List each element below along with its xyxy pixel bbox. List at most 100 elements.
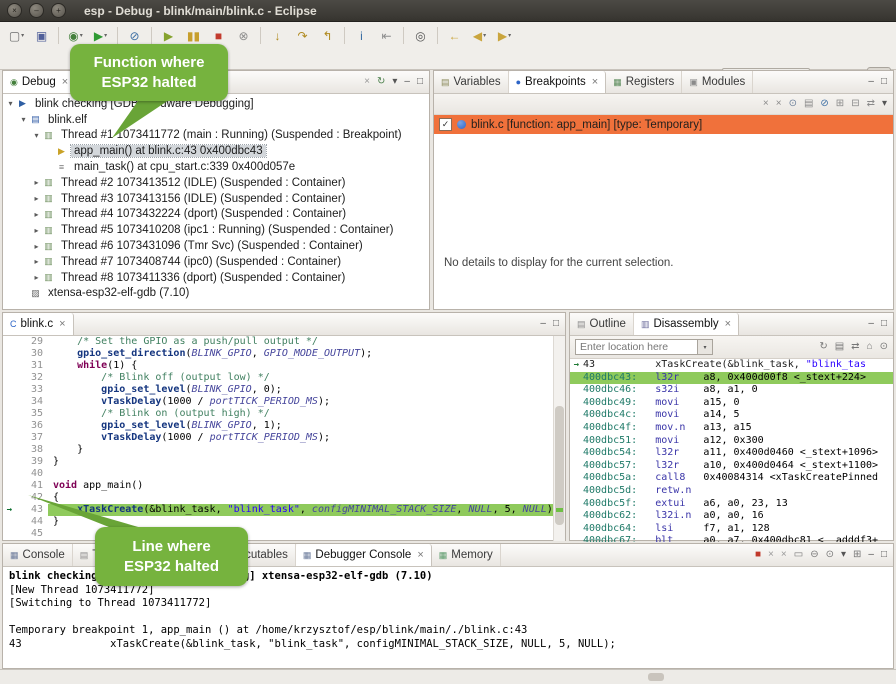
pin-console-icon[interactable]: ⊙	[826, 550, 834, 560]
disconnect-button[interactable]: ⊗	[232, 24, 255, 47]
horizontal-scrollbar-thumb[interactable]	[648, 673, 664, 681]
maximize-icon[interactable]: □	[881, 550, 887, 560]
expander-icon[interactable]: ▸	[31, 257, 42, 266]
link-with-debug-view-icon[interactable]: ⇄	[867, 99, 875, 109]
debug-tree-row[interactable]: ▶app_main() at blink.c:43 0x400dbc43	[3, 143, 429, 159]
minimize-button[interactable]: –	[29, 3, 44, 18]
editor-scrollbar-thumb[interactable]	[555, 406, 564, 525]
editor-line[interactable]: 29 /* Set the GPIO as a push/pull output…	[3, 336, 565, 348]
debug-tree-row[interactable]: ≡main_task() at cpu_start.c:339 0x400d05…	[3, 159, 429, 175]
minimize-icon[interactable]: –	[868, 319, 874, 329]
expander-icon[interactable]: ▸	[31, 273, 42, 282]
expander-icon[interactable]: ▾	[31, 131, 42, 140]
maximize-icon[interactable]: □	[417, 77, 423, 87]
remove-all-launches-icon[interactable]: ×	[781, 550, 787, 560]
debug-tree-row[interactable]: ▸▥Thread #4 1073432224 (dport) (Suspende…	[3, 207, 429, 223]
breakpoint-row[interactable]: ✓ blink.c [function: app_main] [type: Te…	[434, 115, 893, 134]
disassembly-row[interactable]: 400dbc62: l32i.n a0, a0, 16	[570, 510, 893, 523]
editor-line[interactable]: 35 /* Blink on (output high) */	[3, 408, 565, 420]
disassembly-row[interactable]: 400dbc5a: call8 0x40084314 <xTaskCreateP…	[570, 472, 893, 485]
close-icon[interactable]: ×	[417, 549, 423, 561]
disassembly-row[interactable]: 400dbc5d: retw.n	[570, 485, 893, 498]
instruction-stepping-button[interactable]: i	[350, 24, 373, 47]
display-selected-console-icon[interactable]: ▾	[841, 550, 846, 560]
skip-all-breakpoints-icon[interactable]: ⊘	[820, 99, 828, 109]
disassembly-row[interactable]: 400dbc54: l32r a11, 0x400d0460 <_stext+1…	[570, 447, 893, 460]
disassembly-row[interactable]: 400dbc43: l32r a8, 0x400d00f8 <_stext+22…	[570, 372, 893, 385]
search-button[interactable]: ◎	[409, 24, 432, 47]
debug-tree-row[interactable]: ▸▥Thread #8 1073411336 (dport) (Suspende…	[3, 270, 429, 286]
dropdown-arrow-icon[interactable]: ▾	[483, 32, 486, 39]
view-menu-icon[interactable]: ▾	[392, 77, 397, 87]
remove-all-breakpoints-icon[interactable]: ×	[776, 99, 782, 109]
expander-icon[interactable]: ▸	[31, 226, 42, 235]
forward-button[interactable]: ▶▾	[493, 24, 516, 47]
editor-line[interactable]: 41void app_main()	[3, 480, 565, 492]
go-to-file-icon[interactable]: ▤	[804, 99, 813, 109]
disassembly-row[interactable]: 400dbc49: movi a15, 0	[570, 397, 893, 410]
expander-icon[interactable]: ▾	[5, 99, 16, 108]
terminate-icon[interactable]: ■	[755, 550, 761, 560]
editor-line[interactable]: 31 while(1) {	[3, 360, 565, 372]
debug-tree-row[interactable]: ▾▥Thread #1 1073411772 (main : Running) …	[3, 128, 429, 144]
drop-to-frame-button[interactable]: ⇤	[375, 24, 398, 47]
debug-tree-row[interactable]: ▸▥Thread #3 1073413156 (IDLE) (Suspended…	[3, 191, 429, 207]
refresh-icon[interactable]: ↻	[819, 342, 827, 352]
close-icon[interactable]: ×	[592, 76, 598, 88]
close-button[interactable]: ×	[7, 3, 22, 18]
expander-icon[interactable]: ▸	[31, 242, 42, 251]
disassembly-row[interactable]: 400dbc64: lsi f7, a1, 128	[570, 523, 893, 536]
scroll-lock-icon[interactable]: ⊖	[810, 550, 818, 560]
debug-tree-row[interactable]: ▸▥Thread #7 1073408744 (ipc0) (Suspended…	[3, 254, 429, 270]
debug-tree-row[interactable]: ▸▥Thread #2 1073413512 (IDLE) (Suspended…	[3, 175, 429, 191]
debug-tree-row[interactable]: ▾▤blink.elf	[3, 112, 429, 128]
editor-line[interactable]: 40	[3, 468, 565, 480]
minimize-icon[interactable]: –	[868, 77, 874, 87]
tab-memory[interactable]: ▦Memory	[432, 544, 501, 566]
track-expression-icon[interactable]: ⊙	[880, 342, 888, 352]
close-icon[interactable]: ×	[725, 318, 731, 330]
editor-line[interactable]: 34 vTaskDelay(1000 / portTICK_PERIOD_MS)…	[3, 396, 565, 408]
expander-icon[interactable]: ▸	[31, 194, 42, 203]
disassembly-row[interactable]: 400dbc4f: mov.n a13, a15	[570, 422, 893, 435]
minimize-icon[interactable]: –	[868, 550, 874, 560]
tab-modules[interactable]: ▣Modules	[682, 71, 753, 93]
tab-registers[interactable]: ▦Registers	[606, 71, 682, 93]
collapse-all-icon[interactable]: ⊟	[851, 99, 859, 109]
close-icon[interactable]: ×	[59, 318, 65, 330]
disassembly-lines[interactable]: →43 xTaskCreate(&blink_task, "blink_tas4…	[570, 359, 893, 542]
dropdown-arrow-icon[interactable]: ▾	[508, 32, 511, 39]
step-into-button[interactable]: ↓	[266, 24, 289, 47]
step-over-button[interactable]: ↷	[291, 24, 314, 47]
expander-icon[interactable]: ▸	[31, 210, 42, 219]
tab-outline[interactable]: ▤Outline	[570, 313, 634, 335]
dropdown-arrow-icon[interactable]: ▾	[21, 32, 24, 39]
combo-dropdown-icon[interactable]: ▾	[697, 340, 712, 354]
expander-icon[interactable]: ▸	[31, 178, 42, 187]
editor-line[interactable]: 32 /* Blink off (output low) */	[3, 372, 565, 384]
new-wizard-button[interactable]: ▢▾	[5, 24, 28, 47]
clear-console-icon[interactable]: ▭	[794, 550, 803, 560]
editor-line[interactable]: 38 }	[3, 444, 565, 456]
open-console-icon[interactable]: ⊞	[853, 550, 861, 560]
editor-line[interactable]: 30 gpio_set_direction(BLINK_GPIO, GPIO_M…	[3, 348, 565, 360]
maximize-icon[interactable]: □	[881, 319, 887, 329]
debug-tree-row[interactable]: ▸▥Thread #5 1073410208 (ipc1 : Running) …	[3, 222, 429, 238]
disassembly-row[interactable]: →43 xTaskCreate(&blink_task, "blink_tas	[570, 359, 893, 372]
dropdown-arrow-icon[interactable]: ▾	[104, 32, 107, 39]
remove-breakpoint-icon[interactable]: ×	[763, 99, 769, 109]
expand-all-icon[interactable]: ⊞	[836, 99, 844, 109]
location-combo[interactable]: Enter location here ▾	[575, 339, 713, 355]
disassembly-row[interactable]: 400dbc57: l32r a10, 0x400d0464 <_stext+1…	[570, 460, 893, 473]
maximize-icon[interactable]: □	[553, 319, 559, 329]
disassembly-row[interactable]: 400dbc51: movi a12, 0x300	[570, 435, 893, 448]
disassembly-row[interactable]: 400dbc46: s32i a8, a1, 0	[570, 384, 893, 397]
breakpoint-checkbox[interactable]: ✓	[439, 118, 452, 131]
editor-line[interactable]: 39}	[3, 456, 565, 468]
view-menu-icon[interactable]: ▾	[882, 99, 887, 109]
tab-breakpoints[interactable]: ●Breakpoints×	[509, 71, 607, 93]
editor-scrollbar[interactable]	[553, 336, 565, 541]
editor-line[interactable]: 36 gpio_set_level(BLINK_GPIO, 1);	[3, 420, 565, 432]
tab-debug[interactable]: ◉Debug×	[3, 71, 76, 93]
close-icon[interactable]: ×	[62, 76, 68, 88]
